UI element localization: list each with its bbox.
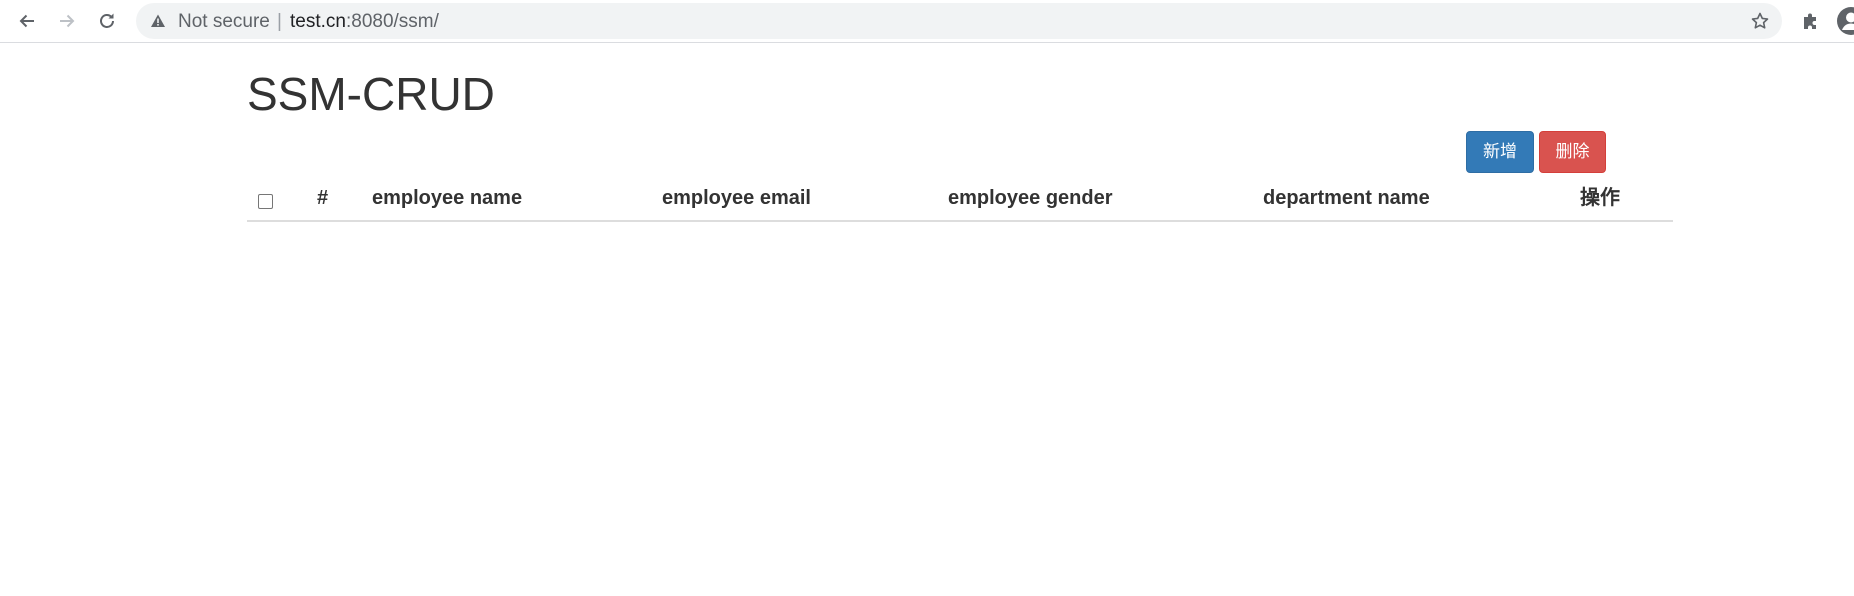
star-icon[interactable] [1750,11,1770,31]
select-all-checkbox[interactable] [258,194,273,209]
add-employee-button[interactable]: 新增 [1466,131,1534,173]
arrow-right-icon [57,11,77,31]
column-header-actions: 操作 [1580,187,1620,209]
arrow-left-icon [17,11,37,31]
back-button[interactable] [12,6,42,36]
url-path: :8080/ssm/ [345,11,439,32]
browser-toolbar: Not secure | test.cn:8080/ssm/ [0,0,1854,43]
url-host: test.cn [290,11,346,32]
security-status-label[interactable]: Not secure [178,12,270,32]
forward-button[interactable] [52,6,82,36]
column-header-department-name: department name [1263,187,1430,209]
employee-table-header: # employee name employee email employee … [247,178,1673,222]
column-header-employee-gender: employee gender [948,187,1113,209]
reload-button[interactable] [92,6,122,36]
column-header-id: # [317,187,329,209]
page-title: SSM-CRUD [247,68,495,120]
profile-avatar-icon[interactable] [1836,6,1854,36]
url-text[interactable]: test.cn:8080/ssm/ [290,12,439,32]
address-bar[interactable]: Not secure | test.cn:8080/ssm/ [136,3,1782,39]
column-header-employee-email: employee email [662,187,811,209]
warning-triangle-icon [150,13,166,29]
reload-icon [97,11,117,31]
delete-employee-button[interactable]: 删除 [1539,131,1606,173]
url-separator: | [277,11,282,32]
puzzle-icon[interactable] [1800,10,1822,32]
column-header-employee-name: employee name [372,187,523,209]
